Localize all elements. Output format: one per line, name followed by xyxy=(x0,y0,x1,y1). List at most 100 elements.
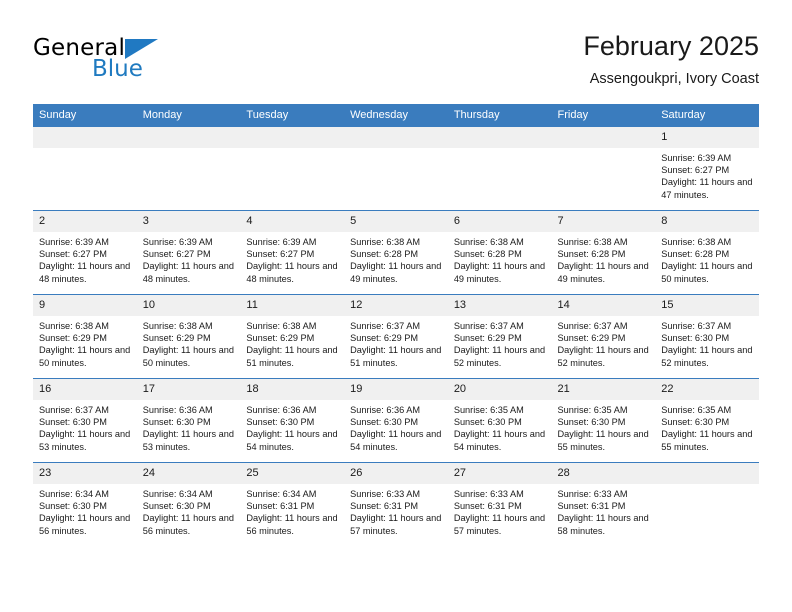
day-number: 21 xyxy=(551,379,656,400)
day-details: Sunrise: 6:37 AM Sunset: 6:30 PM Daylight:… xyxy=(33,400,137,453)
calendar-cell-empty xyxy=(447,126,552,211)
sunset-text: Sunset: 6:28 PM xyxy=(661,249,730,260)
sunrise-text: Sunrise: 6:38 AM xyxy=(661,237,732,247)
daylight-text: Daylight: 11 hours and 57 minutes. xyxy=(453,513,546,536)
calendar-day-cell[interactable]: 25 Sunrise: 6:34 AM Sunset: 6:31 PM Dayligh… xyxy=(240,462,345,546)
day-number: 16 xyxy=(33,379,137,400)
sunset-text: Sunset: 6:31 PM xyxy=(453,501,522,512)
sunrise-text: Sunrise: 6:36 AM xyxy=(246,405,317,415)
calendar-day-cell[interactable]: 8 Sunrise: 6:38 AM Sunset: 6:28 PM Daylight… xyxy=(655,210,759,295)
weekday-header-monday: Monday xyxy=(136,104,241,127)
calendar-day-cell[interactable]: 1 Sunrise: 6:39 AM Sunset: 6:27 PM Daylight… xyxy=(655,126,759,211)
sunset-text: Sunset: 6:30 PM xyxy=(557,417,626,428)
daylight-text: Daylight: 11 hours and 52 minutes. xyxy=(453,345,546,368)
calendar-day-cell[interactable]: 20 Sunrise: 6:35 AM Sunset: 6:30 PM Dayligh… xyxy=(447,378,552,463)
daylight-text: Daylight: 11 hours and 52 minutes. xyxy=(557,345,649,368)
day-number: 8 xyxy=(655,211,759,232)
general-blue-logo[interactable]: General Blue xyxy=(33,35,263,91)
sunrise-text: Sunrise: 6:36 AM xyxy=(142,405,213,415)
calendar-day-cell[interactable]: 16 Sunrise: 6:37 AM Sunset: 6:30 PM Dayligh… xyxy=(33,378,137,463)
daylight-text: Daylight: 11 hours and 48 minutes. xyxy=(246,261,338,284)
daylight-text: Daylight: 11 hours and 50 minutes. xyxy=(661,261,753,284)
calendar-day-cell[interactable]: 24 Sunrise: 6:34 AM Sunset: 6:30 PM Dayligh… xyxy=(136,462,241,546)
calendar-day-cell[interactable]: 10 Sunrise: 6:38 AM Sunset: 6:29 PM Dayligh… xyxy=(136,294,241,379)
sunset-text: Sunset: 6:31 PM xyxy=(350,501,419,512)
calendar-day-cell[interactable]: 17 Sunrise: 6:36 AM Sunset: 6:30 PM Dayligh… xyxy=(136,378,241,463)
sunset-text: Sunset: 6:29 PM xyxy=(557,333,626,344)
sunrise-text: Sunrise: 6:38 AM xyxy=(246,321,317,331)
day-details: Sunrise: 6:38 AM Sunset: 6:28 PM Daylight:… xyxy=(552,232,656,285)
calendar-cell-empty xyxy=(551,126,656,211)
weekday-header-saturday: Saturday xyxy=(655,104,759,127)
day-details: Sunrise: 6:38 AM Sunset: 6:28 PM Daylight:… xyxy=(448,232,552,285)
daylight-text: Daylight: 11 hours and 48 minutes. xyxy=(142,261,234,284)
calendar-day-cell[interactable]: 23 Sunrise: 6:34 AM Sunset: 6:30 PM Dayligh… xyxy=(33,462,137,546)
calendar-day-cell[interactable]: 3 Sunrise: 6:39 AM Sunset: 6:27 PM Daylight… xyxy=(136,210,241,295)
weekday-header-wednesday: Wednesday xyxy=(344,104,448,127)
day-details: Sunrise: 6:36 AM Sunset: 6:30 PM Daylight:… xyxy=(240,400,344,453)
sunset-text: Sunset: 6:30 PM xyxy=(350,417,419,428)
day-details: Sunrise: 6:37 AM Sunset: 6:29 PM Daylight:… xyxy=(344,316,448,369)
daylight-text: Daylight: 11 hours and 54 minutes. xyxy=(453,429,546,452)
calendar-day-cell[interactable]: 13 Sunrise: 6:37 AM Sunset: 6:29 PM Dayligh… xyxy=(447,294,552,379)
sunset-text: Sunset: 6:27 PM xyxy=(39,249,107,260)
daylight-text: Daylight: 11 hours and 58 minutes. xyxy=(557,513,649,536)
calendar-day-cell[interactable]: 2 Sunrise: 6:39 AM Sunset: 6:27 PM Daylight… xyxy=(33,210,137,295)
sunrise-text: Sunrise: 6:34 AM xyxy=(39,489,109,499)
calendar-day-cell[interactable]: 5 Sunrise: 6:38 AM Sunset: 6:28 PM Daylight… xyxy=(344,210,448,295)
day-details: Sunrise: 6:33 AM Sunset: 6:31 PM Daylight:… xyxy=(552,484,656,537)
title-block: February 2025 Assengoukpri, Ivory Coast xyxy=(583,30,759,90)
sunrise-text: Sunrise: 6:37 AM xyxy=(350,321,421,331)
sunrise-text: Sunrise: 6:37 AM xyxy=(453,321,524,331)
calendar-day-cell[interactable]: 28 Sunrise: 6:33 AM Sunset: 6:31 PM Dayligh… xyxy=(551,462,656,546)
sunrise-text: Sunrise: 6:38 AM xyxy=(142,321,213,331)
calendar-day-cell[interactable]: 6 Sunrise: 6:38 AM Sunset: 6:28 PM Daylight… xyxy=(447,210,552,295)
sunset-text: Sunset: 6:28 PM xyxy=(453,249,522,260)
sunset-text: Sunset: 6:30 PM xyxy=(246,417,315,428)
day-details: Sunrise: 6:35 AM Sunset: 6:30 PM Daylight:… xyxy=(552,400,656,453)
logo-text-blue: Blue xyxy=(92,56,143,82)
day-number: 15 xyxy=(655,295,759,316)
calendar-week-row: 16 Sunrise: 6:37 AM Sunset: 6:30 PM Dayligh… xyxy=(33,378,759,463)
day-number xyxy=(344,127,448,148)
sunrise-text: Sunrise: 6:38 AM xyxy=(453,237,524,247)
calendar-day-cell[interactable]: 19 Sunrise: 6:36 AM Sunset: 6:30 PM Dayligh… xyxy=(344,378,448,463)
day-number: 9 xyxy=(33,295,137,316)
daylight-text: Daylight: 11 hours and 53 minutes. xyxy=(39,429,131,452)
calendar-day-cell[interactable]: 9 Sunrise: 6:38 AM Sunset: 6:29 PM Daylight… xyxy=(33,294,137,379)
day-number: 13 xyxy=(447,295,552,316)
calendar-header-row: Sunday Monday Tuesday Wednesday Thursday… xyxy=(33,104,759,127)
calendar-week-row: 1 Sunrise: 6:39 AM Sunset: 6:27 PM Daylight… xyxy=(33,126,759,211)
daylight-text: Daylight: 11 hours and 55 minutes. xyxy=(557,429,649,452)
day-number: 28 xyxy=(551,463,656,484)
day-number xyxy=(447,127,552,148)
sunrise-text: Sunrise: 6:33 AM xyxy=(557,489,628,499)
calendar-day-cell[interactable]: 21 Sunrise: 6:35 AM Sunset: 6:30 PM Dayligh… xyxy=(551,378,656,463)
sunset-text: Sunset: 6:29 PM xyxy=(246,333,315,344)
calendar-day-cell[interactable]: 26 Sunrise: 6:33 AM Sunset: 6:31 PM Dayligh… xyxy=(344,462,448,546)
calendar-day-cell[interactable]: 18 Sunrise: 6:36 AM Sunset: 6:30 PM Dayligh… xyxy=(240,378,345,463)
calendar-day-cell[interactable]: 27 Sunrise: 6:33 AM Sunset: 6:31 PM Dayligh… xyxy=(447,462,552,546)
sunrise-text: Sunrise: 6:35 AM xyxy=(453,405,524,415)
day-number: 26 xyxy=(344,463,448,484)
calendar-day-cell[interactable]: 7 Sunrise: 6:38 AM Sunset: 6:28 PM Daylight… xyxy=(551,210,656,295)
calendar-day-cell[interactable]: 12 Sunrise: 6:37 AM Sunset: 6:29 PM Dayligh… xyxy=(344,294,448,379)
sunset-text: Sunset: 6:29 PM xyxy=(142,333,211,344)
calendar-day-cell[interactable]: 14 Sunrise: 6:37 AM Sunset: 6:29 PM Dayligh… xyxy=(551,294,656,379)
sunrise-text: Sunrise: 6:39 AM xyxy=(142,237,213,247)
day-details: Sunrise: 6:39 AM Sunset: 6:27 PM Daylight:… xyxy=(137,232,241,285)
day-number: 17 xyxy=(136,379,241,400)
daylight-text: Daylight: 11 hours and 54 minutes. xyxy=(246,429,338,452)
calendar-cell-empty xyxy=(240,126,345,211)
sunrise-text: Sunrise: 6:34 AM xyxy=(142,489,213,499)
calendar-day-cell[interactable]: 4 Sunrise: 6:39 AM Sunset: 6:27 PM Daylight… xyxy=(240,210,345,295)
day-details: Sunrise: 6:35 AM Sunset: 6:30 PM Daylight:… xyxy=(448,400,552,453)
sunrise-text: Sunrise: 6:37 AM xyxy=(661,321,732,331)
calendar-day-cell[interactable]: 11 Sunrise: 6:38 AM Sunset: 6:29 PM Dayligh… xyxy=(240,294,345,379)
calendar-day-cell[interactable]: 22 Sunrise: 6:35 AM Sunset: 6:30 PM Dayligh… xyxy=(655,378,759,463)
calendar-day-cell[interactable]: 15 Sunrise: 6:37 AM Sunset: 6:30 PM Dayligh… xyxy=(655,294,759,379)
day-number: 12 xyxy=(344,295,448,316)
sunrise-text: Sunrise: 6:39 AM xyxy=(39,237,109,247)
daylight-text: Daylight: 11 hours and 51 minutes. xyxy=(246,345,338,368)
sunset-text: Sunset: 6:28 PM xyxy=(557,249,626,260)
